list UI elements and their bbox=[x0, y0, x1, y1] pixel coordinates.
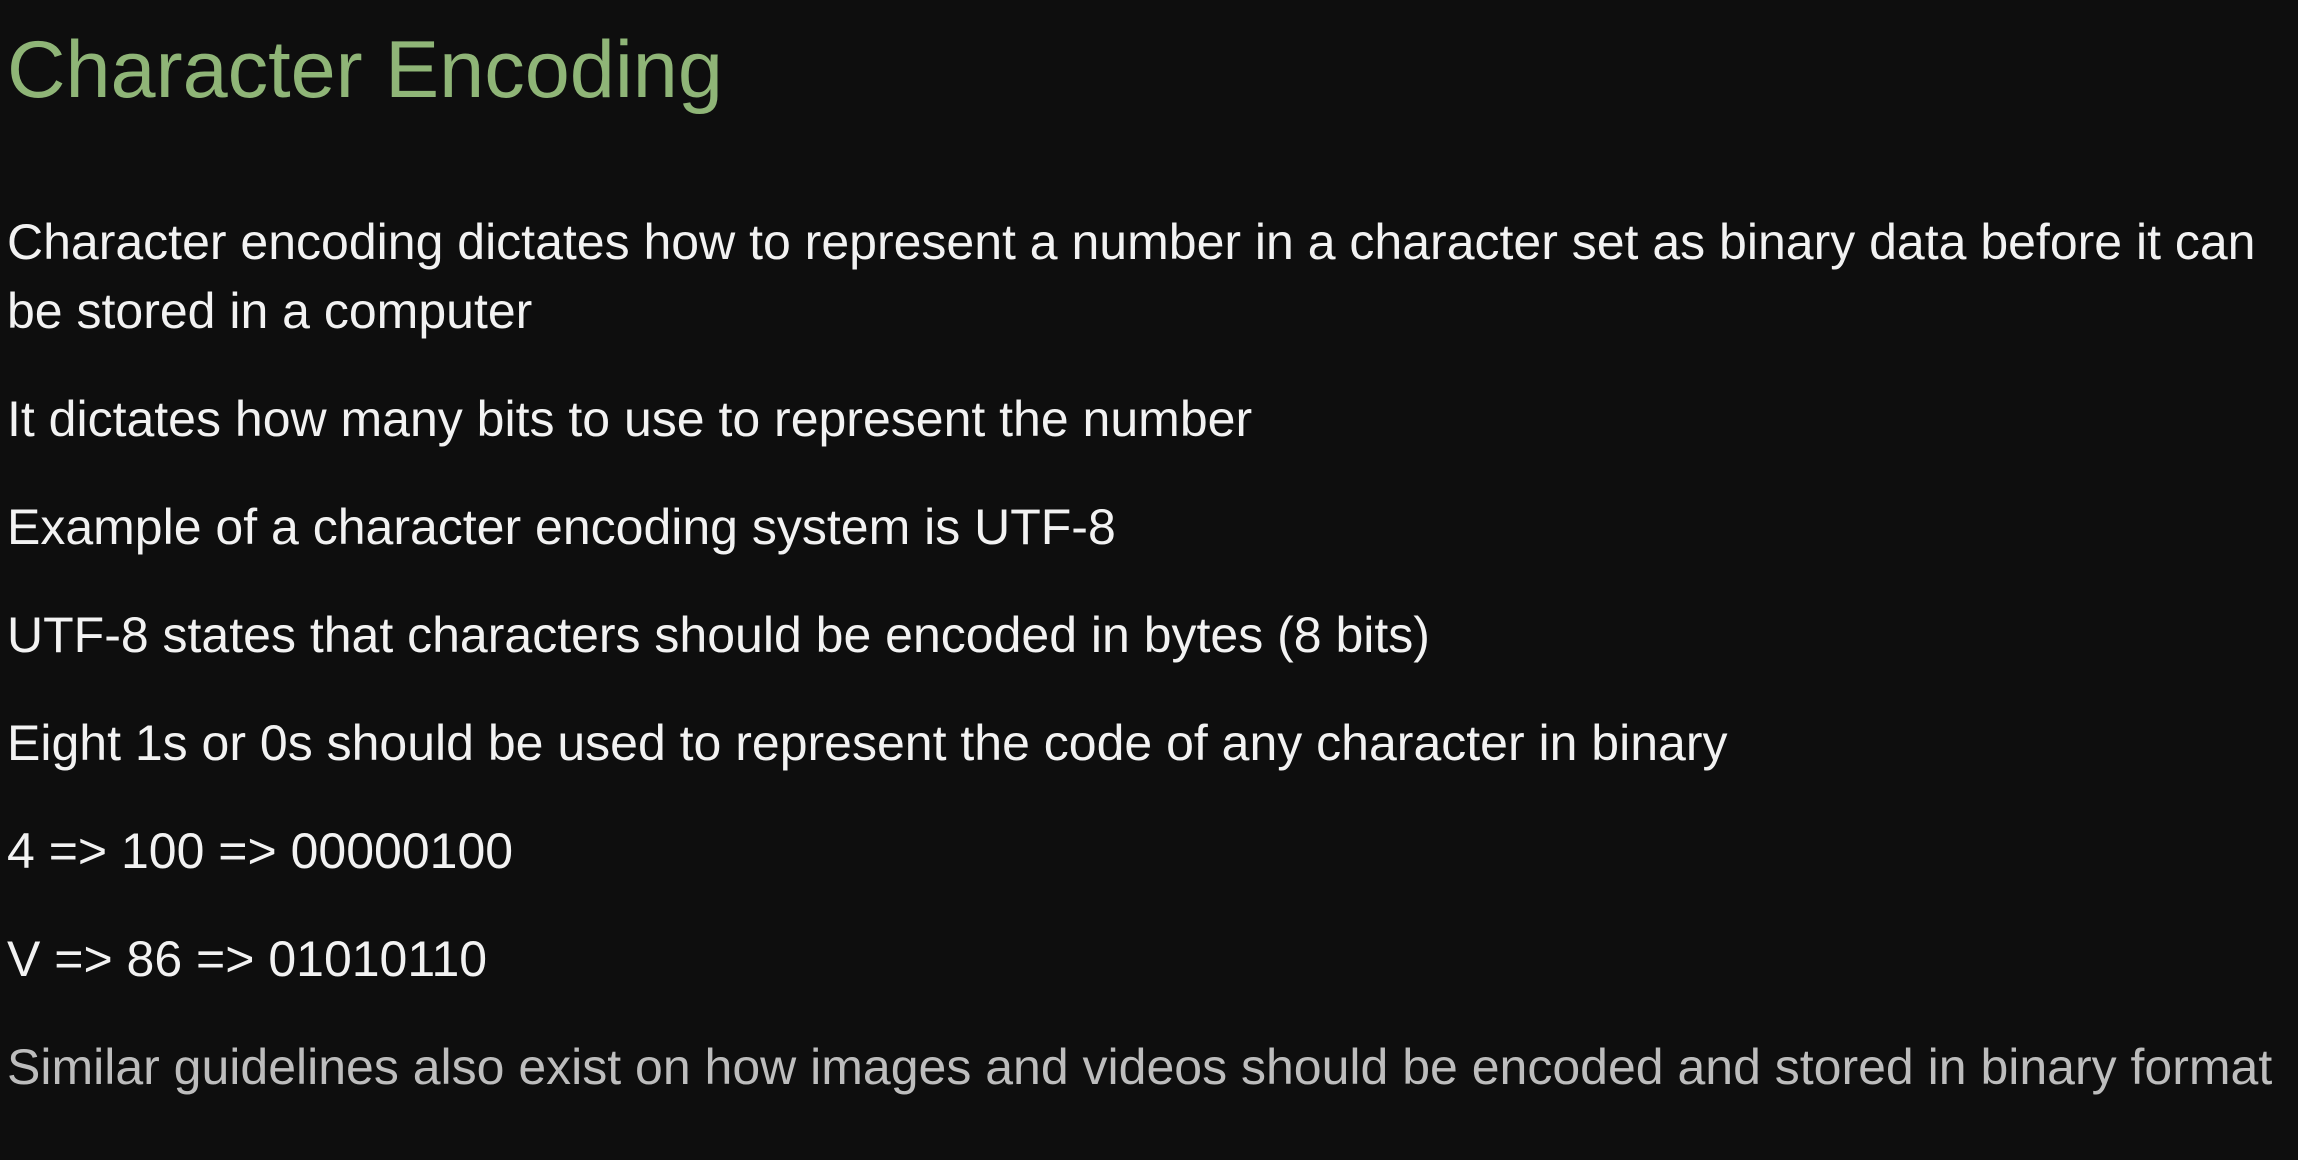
bullet-item: V => 86 => 01010110 bbox=[7, 931, 488, 987]
slide-title: Character Encoding bbox=[7, 25, 723, 115]
bullet-item: It dictates how many bits to use to repr… bbox=[7, 391, 1253, 447]
bullet-item: Character encoding dictates how to repre… bbox=[7, 214, 2256, 339]
bullet-item: 4 => 100 => 00000100 bbox=[7, 823, 514, 879]
bullet-list: Character encoding dictates how to repre… bbox=[7, 208, 2292, 1141]
bullet-item: Example of a character encoding system i… bbox=[7, 499, 1116, 555]
slide: Character Encoding Character encoding di… bbox=[0, 0, 2298, 1160]
bullet-item: Eight 1s or 0s should be used to represe… bbox=[7, 715, 1728, 771]
bullet-item: UTF-8 states that characters should be e… bbox=[7, 607, 1430, 663]
bullet-item: Similar guidelines also exist on how ima… bbox=[7, 1039, 2273, 1095]
